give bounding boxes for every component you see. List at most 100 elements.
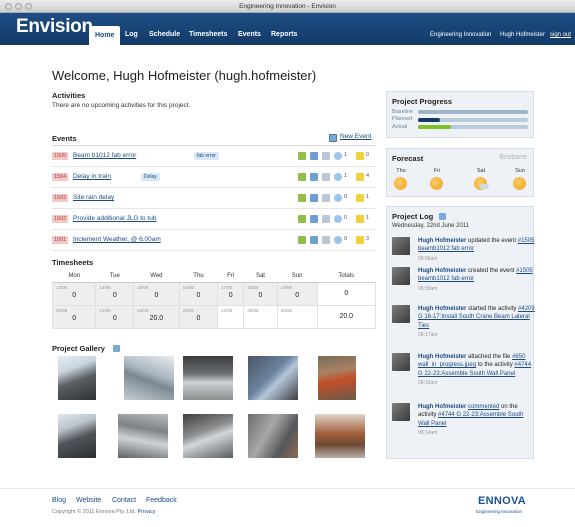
people-icon[interactable] [298,236,306,244]
log-action: created the event [468,268,515,274]
gallery-photo[interactable] [124,356,174,400]
footer-link-contact[interactable]: Contact [112,497,136,504]
edit-icon[interactable] [310,173,318,181]
timesheet-total-value: 0 [344,289,349,297]
timesheet-date: 17/06 [221,284,233,290]
ennova-logo[interactable]: ENNOVA [478,495,526,507]
timesheet-cell[interactable]: 18/06 0 [243,281,278,306]
file-icon[interactable] [356,173,364,181]
nav-home[interactable]: Home [89,26,121,45]
event-row[interactable]: 1502 Provide additional JLG to tub 0 1 [52,209,376,230]
zoom-window-icon[interactable] [25,3,32,10]
document-icon[interactable] [322,173,330,181]
gallery-photo[interactable] [315,414,365,458]
timesheet-day-header: Tue [95,270,134,283]
timesheet-cell[interactable]: 17/06 0 [217,281,245,306]
add-photo-icon[interactable] [113,345,120,352]
log-add-icon[interactable] [439,213,446,220]
gallery-photo[interactable] [248,356,298,400]
file-icon[interactable] [356,215,364,223]
comment-icon[interactable] [334,215,342,223]
edit-icon[interactable] [310,236,318,244]
log-user[interactable]: Hugh Hofmeister [418,354,466,360]
gallery-photo[interactable] [118,414,168,458]
gallery-photo[interactable] [183,356,233,400]
footer-link-feedback[interactable]: Feedback [146,497,177,504]
log-comment-link[interactable]: commented [468,404,499,410]
gallery-photo[interactable] [58,414,96,458]
document-icon[interactable] [322,194,330,202]
event-row[interactable]: 1501 Inclement Weather, @ 6.00am 0 3 [52,230,376,251]
event-title-link[interactable]: Delay in train [73,173,111,180]
nav-schedule[interactable]: Schedule [143,26,186,43]
nav-reports[interactable]: Reports [265,26,303,43]
comment-icon[interactable] [334,152,342,160]
timesheet-cell[interactable]: 26/06 [276,304,318,329]
comment-icon[interactable] [334,173,342,181]
event-title-link[interactable]: Inclement Weather, @ 6.00am [73,236,161,243]
log-action: to the activity [477,362,513,369]
timesheet-cell[interactable]: 24/06 [217,304,245,329]
footer-link-blog[interactable]: Blog [52,497,66,504]
timesheet-cell[interactable]: 14/06 0 [95,281,135,306]
timesheet-cell[interactable]: 15/06 0 [133,281,180,306]
timesheet-cell[interactable]: 20/06 0 [51,304,97,329]
timesheet-date: 24/06 [221,307,233,313]
file-count: 1 [366,194,370,200]
document-icon[interactable] [322,236,330,244]
event-row[interactable]: 1505 Beam b1012 fab error fab error 1 0 [52,146,376,167]
gallery-photo[interactable] [318,356,356,400]
event-row[interactable]: 1503 Site rain delay 0 1 [52,188,376,209]
document-icon[interactable] [322,152,330,160]
nav-timesheets[interactable]: Timesheets [183,26,233,43]
new-event-link[interactable]: New Event [340,133,371,140]
timesheet-cell[interactable]: 23/06 0 [178,304,219,329]
nav-events[interactable]: Events [232,26,267,43]
log-user[interactable]: Hugh Hofmeister [418,404,466,410]
event-row[interactable]: 1504 Delay in train Delay 1 4 [52,167,376,188]
file-icon[interactable] [356,236,364,244]
timesheet-hours: 0 [112,314,117,322]
minimize-window-icon[interactable] [15,3,22,10]
forecast-day: Fri [433,168,441,174]
sign-out-link[interactable]: sign out [550,32,571,38]
gallery-photo[interactable] [183,414,233,458]
timesheet-cell[interactable]: 22/06 20.0 [133,304,180,329]
avatar [392,305,410,323]
event-title-link[interactable]: Site rain delay [73,194,114,201]
document-icon[interactable] [322,215,330,223]
close-window-icon[interactable] [5,3,12,10]
footer-link-website[interactable]: Website [76,497,101,504]
edit-icon[interactable] [310,194,318,202]
timesheet-cell[interactable]: 19/06 0 [276,281,318,306]
timesheet-cell[interactable]: 13/06 0 [51,281,97,306]
event-title-link[interactable]: Provide additional JLG to tub [73,215,156,222]
log-action: updated the event [468,238,517,244]
gallery-photo[interactable] [58,356,96,400]
file-count: 0 [366,152,370,158]
edit-icon[interactable] [310,152,318,160]
comment-icon[interactable] [334,236,342,244]
gallery-photo[interactable] [248,414,298,458]
log-user[interactable]: Hugh Hofmeister [418,268,466,274]
timesheet-cell[interactable]: 21/06 0 [95,304,135,329]
privacy-link[interactable]: Privacy [137,509,155,515]
timesheet-cell[interactable]: 25/06 [243,304,278,329]
people-icon[interactable] [298,194,306,202]
new-event-icon[interactable] [329,134,337,142]
app-logo[interactable]: Envision. [16,16,98,38]
file-icon[interactable] [356,194,364,202]
comment-count: 0 [344,215,348,221]
people-icon[interactable] [298,152,306,160]
people-icon[interactable] [298,173,306,181]
comment-icon[interactable] [334,194,342,202]
people-icon[interactable] [298,215,306,223]
log-user[interactable]: Hugh Hofmeister [418,306,466,312]
event-title-link[interactable]: Beam b1012 fab error [73,152,136,159]
file-icon[interactable] [356,152,364,160]
nav-log[interactable]: Log [119,26,144,43]
log-user[interactable]: Hugh Hofmeister [418,238,466,244]
edit-icon[interactable] [310,215,318,223]
timesheet-cell[interactable]: 16/06 0 [178,281,219,306]
timesheet-hours: 0 [72,291,77,299]
